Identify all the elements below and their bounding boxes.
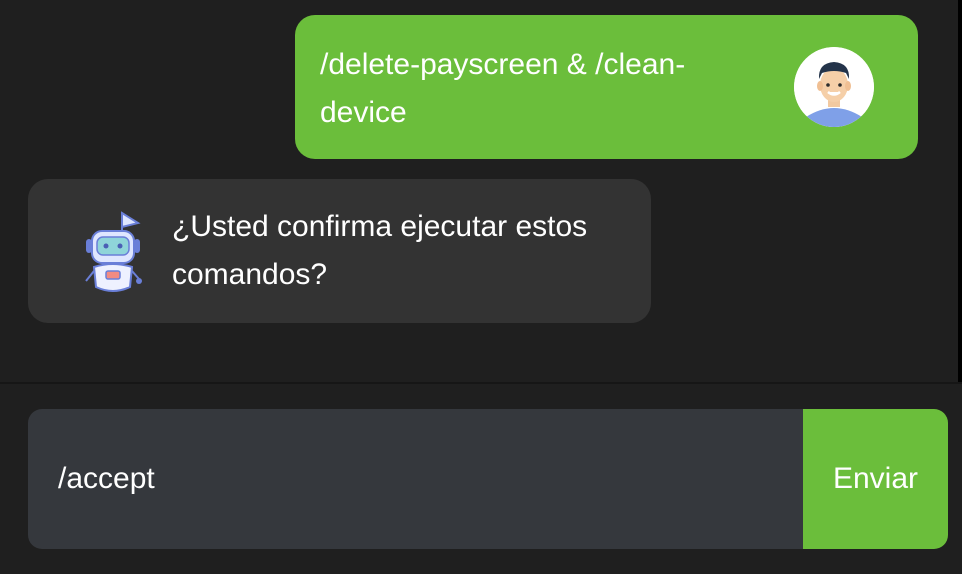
- send-button[interactable]: Enviar: [803, 409, 948, 549]
- user-message-text: /delete-payscreen & /clean-device: [320, 48, 686, 129]
- scrollbar-edge: [958, 0, 962, 382]
- chat-app: /delete-payscreen & /clean-device ¿Usted…: [0, 0, 962, 574]
- user-avatar-icon: [794, 47, 874, 127]
- message-input[interactable]: [28, 409, 803, 549]
- bot-message-text: ¿Usted confirma ejecutar estos comandos?: [172, 210, 588, 291]
- robot-graphic: [85, 211, 142, 292]
- robot-icon: [76, 209, 148, 293]
- composer-divider: [0, 382, 962, 384]
- bot-message-bubble: ¿Usted confirma ejecutar estos comandos?: [28, 179, 651, 323]
- message-list: /delete-payscreen & /clean-device ¿Usted…: [0, 0, 962, 382]
- user-avatar-graphic: [794, 47, 874, 127]
- user-message-bubble: /delete-payscreen & /clean-device: [295, 15, 918, 159]
- message-composer: Enviar: [28, 409, 948, 549]
